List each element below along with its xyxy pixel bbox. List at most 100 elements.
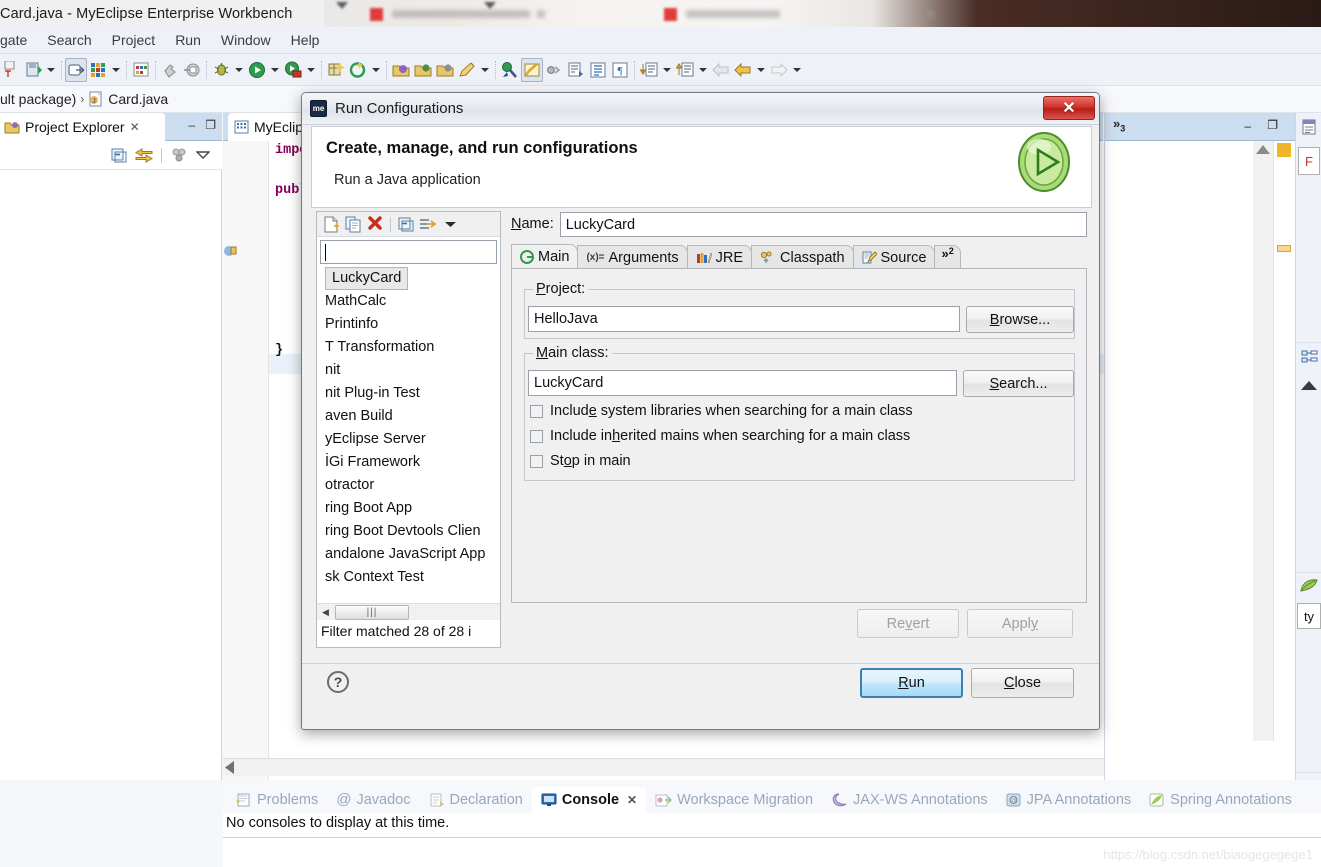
configurations-list[interactable]: LuckyCard MathCalc Printinfo T Transform…	[317, 267, 500, 597]
task-list-leaf-icon[interactable]	[1300, 579, 1318, 593]
collapse-all-icon[interactable]	[111, 148, 127, 163]
search-pencil-icon[interactable]	[456, 58, 478, 82]
refresh-dropdown-icon[interactable]	[369, 58, 383, 82]
perspective-grid-icon[interactable]	[87, 58, 109, 82]
revert-button[interactable]: Re v ert	[857, 609, 959, 638]
list-item[interactable]: sk Context Test	[317, 566, 500, 589]
skip-breakpoints-icon[interactable]	[543, 58, 565, 82]
list-item[interactable]: ring Boot App	[317, 497, 500, 520]
maximize-icon[interactable]: ❐	[205, 118, 216, 132]
menu-project[interactable]: Project	[102, 30, 166, 50]
run-dropdown-icon[interactable]	[268, 58, 282, 82]
link-with-editor-icon[interactable]	[135, 147, 153, 163]
collapse-all-icon[interactable]	[396, 214, 416, 234]
close-icon[interactable]: ✕	[627, 793, 637, 807]
tab-jaxws-annotations[interactable]: JAX-WS Annotations	[822, 787, 997, 813]
run-external-tools-icon[interactable]	[282, 58, 304, 82]
list-item[interactable]: Printinfo	[317, 313, 500, 336]
delete-icon[interactable]	[365, 214, 385, 234]
debug-dropdown-icon[interactable]	[232, 58, 246, 82]
restore-outline-button[interactable]: F	[1298, 147, 1320, 175]
list-item[interactable]: nit Plug-in Test	[317, 382, 500, 405]
new-class-icon[interactable]	[325, 58, 347, 82]
save-dropdown-icon[interactable]	[44, 58, 58, 82]
toggle-breadcrumb-icon[interactable]	[65, 57, 87, 82]
menu-help[interactable]: Help	[281, 30, 330, 50]
toggle-mark-occurrences-icon[interactable]	[521, 57, 543, 82]
minimize-icon[interactable]: –	[1244, 119, 1251, 133]
perspective-dropdown-icon[interactable]	[109, 58, 123, 82]
tab-spring-annotations[interactable]: Spring Annotations	[1140, 787, 1301, 813]
tab-javadoc[interactable]: @ Javadoc	[327, 786, 419, 813]
breadcrumb-package[interactable]: ult package)	[0, 91, 76, 107]
project-input[interactable]: HelloJava	[528, 306, 960, 332]
menu-window[interactable]: Window	[211, 30, 281, 50]
scroll-left-icon[interactable]: ◀	[319, 606, 332, 619]
close-button[interactable]: Close	[971, 668, 1074, 698]
deploy-icon[interactable]	[181, 58, 203, 82]
dialog-close-button[interactable]: ✕	[1043, 96, 1095, 120]
name-input[interactable]: LuckyCard	[559, 211, 1087, 237]
refresh-cycle-icon[interactable]	[347, 58, 369, 82]
duplicate-icon[interactable]	[343, 214, 363, 234]
publish-icon[interactable]	[159, 58, 181, 82]
list-item[interactable]: ring Boot Devtools Clien	[317, 520, 500, 543]
hierarchy-view-icon[interactable]	[1301, 349, 1318, 365]
checkbox[interactable]	[530, 454, 543, 468]
forward-dropdown-icon[interactable]	[790, 58, 804, 82]
view-menu-icon[interactable]	[196, 149, 210, 161]
open-package-icon[interactable]	[390, 58, 412, 82]
menu-navigate[interactable]: gate	[0, 30, 37, 50]
scroll-thumb[interactable]: |||	[335, 605, 409, 620]
close-icon[interactable]: ✕	[130, 120, 140, 134]
list-item[interactable]: andalone JavaScript App	[317, 543, 500, 566]
next-member-dropdown-icon[interactable]	[660, 58, 674, 82]
outline-scrollbar[interactable]	[1253, 141, 1273, 741]
project-explorer-tree[interactable]	[0, 170, 222, 780]
external-tools-dropdown-icon[interactable]	[304, 58, 318, 82]
restore-hierarchy-icon[interactable]	[1301, 381, 1317, 390]
open-resource-icon[interactable]	[412, 58, 434, 82]
search-dropdown-icon[interactable]	[478, 58, 492, 82]
prev-member-dropdown-icon[interactable]	[696, 58, 710, 82]
run-icon[interactable]	[246, 58, 268, 82]
restore-tasks-button[interactable]: ty	[1297, 603, 1321, 629]
pilcrow-icon[interactable]: ¶	[609, 58, 631, 82]
breadcrumb-file[interactable]: Card.java	[108, 91, 168, 107]
overflow-chevron-icon[interactable]: »3	[1113, 116, 1125, 134]
menu-search[interactable]: Search	[37, 30, 101, 50]
list-item[interactable]: aven Build	[317, 405, 500, 428]
list-horizontal-scrollbar[interactable]: ◀ |||	[317, 603, 500, 620]
maximize-icon[interactable]: ❐	[1267, 118, 1278, 132]
list-item[interactable]: İGi Framework	[317, 451, 500, 474]
list-item[interactable]: yEclipse Server	[317, 428, 500, 451]
menu-run[interactable]: Run	[165, 30, 211, 50]
next-annotation-icon[interactable]	[565, 58, 587, 82]
show-whitespace-icon[interactable]	[587, 58, 609, 82]
save-icon[interactable]	[22, 58, 44, 82]
tab-project-explorer[interactable]: Project Explorer ✕	[0, 113, 165, 141]
new-configuration-icon[interactable]	[321, 214, 341, 234]
stop-in-main-checkbox-row[interactable]: Stop in main	[530, 453, 631, 469]
filter-icon[interactable]	[418, 214, 438, 234]
tab-console[interactable]: Console ✕	[531, 787, 647, 813]
list-item-luckycard[interactable]: LuckyCard	[325, 267, 409, 290]
outline-view-icon[interactable]	[1301, 119, 1317, 135]
next-member-down-icon[interactable]	[638, 58, 660, 82]
tab-main[interactable]: Main	[511, 244, 579, 269]
apply-button[interactable]: Appl y	[967, 609, 1073, 638]
filter-text-input[interactable]	[320, 240, 497, 264]
back-arrow-icon[interactable]	[732, 58, 754, 82]
minimize-icon[interactable]: –	[189, 118, 196, 132]
checkbox[interactable]	[530, 429, 543, 443]
tab-workspace-migration[interactable]: Workspace Migration	[646, 787, 822, 813]
include-inherited-mains-checkbox-row[interactable]: Include inherited mains when searching f…	[530, 428, 910, 444]
prev-member-up-icon[interactable]	[674, 58, 696, 82]
open-type-icon[interactable]	[130, 58, 152, 82]
list-item[interactable]: otractor	[317, 474, 500, 497]
include-system-libraries-checkbox-row[interactable]: Include system libraries when searching …	[530, 403, 913, 419]
main-class-input[interactable]: LuckyCard	[528, 370, 957, 396]
help-icon[interactable]: ?	[327, 671, 349, 693]
back-dropdown-icon[interactable]	[754, 58, 768, 82]
search-button[interactable]: Search...	[963, 370, 1074, 397]
